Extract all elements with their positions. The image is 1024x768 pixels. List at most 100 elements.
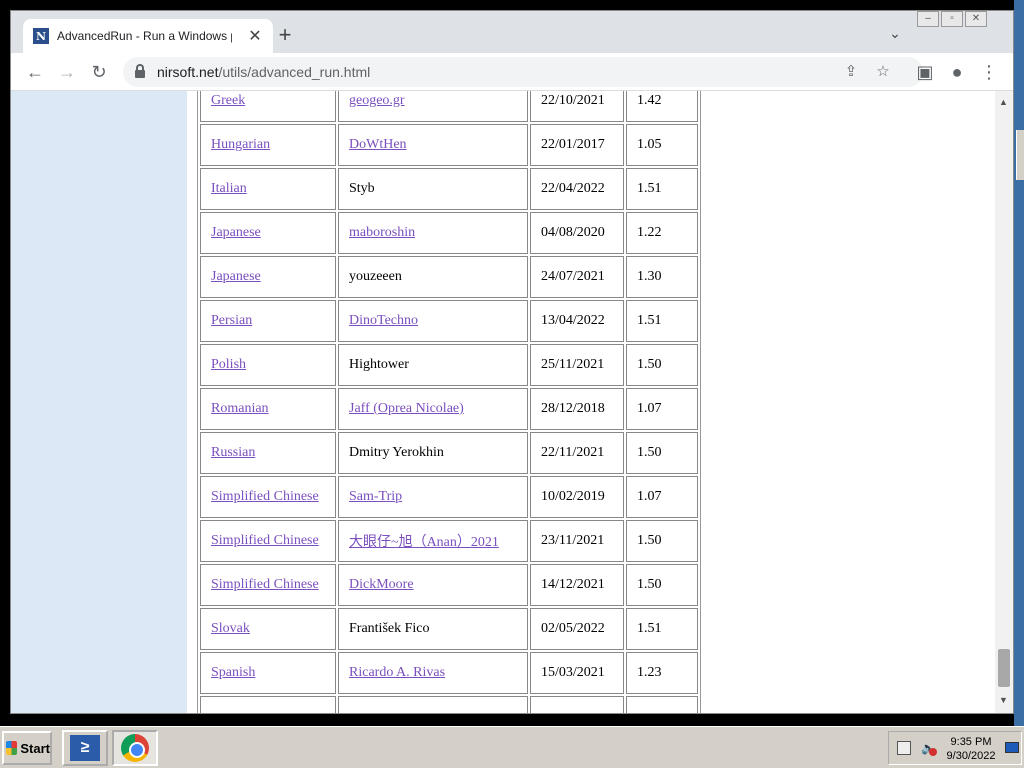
lock-icon[interactable] xyxy=(135,64,145,78)
date-text: 22/10/2021 xyxy=(541,93,605,108)
version-text: 1.51 xyxy=(637,621,662,636)
language-cell: Simplified Chinese xyxy=(200,520,336,562)
close-tab-icon[interactable]: ✕ xyxy=(247,26,263,46)
translator-link[interactable]: DoWtHen xyxy=(349,137,407,152)
minimize-button[interactable]: – xyxy=(917,11,939,27)
menu-kebab-icon[interactable]: ⋮ xyxy=(977,60,1001,84)
language-cell: Simplified Chinese xyxy=(200,564,336,606)
translator-link[interactable]: DickMoore xyxy=(349,577,414,592)
language-link[interactable]: Simplified Chinese xyxy=(211,489,319,504)
maximize-button[interactable]: ▫ xyxy=(941,11,963,27)
version-text: 1.50 xyxy=(637,445,662,460)
date-cell: 22/01/2017 xyxy=(530,124,624,166)
table-row: Simplified Chinese DickMoore 14/12/2021 1.5… xyxy=(200,564,698,606)
language-link[interactable]: Persian xyxy=(211,313,252,328)
side-panel-icon[interactable]: ▣ xyxy=(913,60,937,84)
language-cell: Russian xyxy=(200,432,336,474)
version-cell: 1.05 xyxy=(626,124,698,166)
translator-link[interactable]: Ricardo A. Rivas xyxy=(349,665,445,680)
new-tab-button[interactable]: + xyxy=(273,23,297,47)
table-row: Japanese youzeeen 24/07/2021 1.30 xyxy=(200,256,698,298)
date-text: 13/04/2022 xyxy=(541,313,605,328)
translator-link[interactable]: 大眼仔~旭（Anan）2021 xyxy=(349,535,499,550)
date-cell: 23/11/2021 xyxy=(530,520,624,562)
table-row: Japanese maboroshin 04/08/2020 1.22 xyxy=(200,212,698,254)
translator-cell: DickMoore xyxy=(338,564,528,606)
language-link[interactable]: Spanish xyxy=(211,665,255,680)
taskbar-chrome[interactable] xyxy=(112,730,158,766)
translator-link[interactable]: Sam-Trip xyxy=(349,489,402,504)
clock[interactable]: 9:35 PM 9/30/2022 xyxy=(941,735,1001,763)
clock-time: 9:35 PM xyxy=(950,736,992,748)
date-text: 23/11/2021 xyxy=(541,533,605,548)
bookmark-star-icon[interactable]: ☆ xyxy=(873,62,893,82)
version-text: 1.50 xyxy=(637,577,662,592)
table-row: Polish Hightower 25/11/2021 1.50 xyxy=(200,344,698,386)
close-window-button[interactable]: ✕ xyxy=(965,11,987,27)
language-link[interactable]: Russian xyxy=(211,445,255,460)
translator-text: Hightower xyxy=(349,357,409,372)
language-link[interactable]: Polish xyxy=(211,357,246,372)
language-link[interactable]: Hungarian xyxy=(211,137,270,152)
forward-arrow-icon[interactable]: → xyxy=(55,60,79,84)
language-link[interactable]: Simplified Chinese xyxy=(211,577,319,592)
language-link[interactable]: Greek xyxy=(211,93,245,108)
background-window-edge[interactable] xyxy=(1016,130,1024,180)
date-cell: 28/12/2018 xyxy=(530,388,624,430)
version-cell: 1.50 xyxy=(626,564,698,606)
date-text: 22/11/2021 xyxy=(541,445,605,460)
version-cell: 1.50 xyxy=(626,344,698,386)
translator-link[interactable]: DinoTechno xyxy=(349,313,418,328)
vertical-scrollbar[interactable]: ▲ ▼ xyxy=(995,91,1013,713)
language-link[interactable]: Slovak xyxy=(211,621,250,636)
tab-strip: N AdvancedRun - Run a Windows pro ✕ + ⌄ … xyxy=(11,11,1013,53)
version-cell: 1.50 xyxy=(626,432,698,474)
scroll-down-arrow-icon[interactable]: ▼ xyxy=(999,695,1008,705)
translator-link[interactable]: geogeo.gr xyxy=(349,93,405,108)
reload-icon[interactable]: ↻ xyxy=(87,60,111,84)
language-cell: Romanian xyxy=(200,388,336,430)
tab-search-chevron-icon[interactable]: ⌄ xyxy=(885,25,905,45)
translator-link[interactable]: maboroshin xyxy=(349,225,415,240)
language-link[interactable]: Romanian xyxy=(211,401,269,416)
date-cell: 15/03/2021 xyxy=(530,652,624,694)
page-viewport: Greek geogeo.gr 22/10/2021 1.42 Hungarian DoW… xyxy=(11,91,1013,713)
language-link[interactable]: Italian xyxy=(211,181,247,196)
translator-cell: Sam-Trip xyxy=(338,476,528,518)
language-link[interactable]: Simplified Chinese xyxy=(211,533,319,548)
language-link[interactable]: Japanese xyxy=(211,269,261,284)
taskbar: Start ≥ 🔈 9:35 PM 9/30/2022 xyxy=(0,726,1024,768)
translator-cell: maboroshin xyxy=(338,212,528,254)
start-label: Start xyxy=(20,740,50,756)
taskbar-powershell[interactable]: ≥ xyxy=(62,730,108,766)
language-cell: Spanish xyxy=(200,652,336,694)
date-text: 14/12/2021 xyxy=(541,577,605,592)
translator-text: František Fico xyxy=(349,621,430,636)
display-icon[interactable] xyxy=(1005,742,1019,753)
profile-avatar-icon[interactable]: ● xyxy=(945,60,969,84)
left-sidebar xyxy=(11,91,187,713)
back-arrow-icon[interactable]: ← xyxy=(23,60,47,84)
address-bar[interactable]: nirsoft.net/utils/advanced_run.html ⇪ ☆ xyxy=(123,57,923,87)
version-text: 1.22 xyxy=(637,225,662,240)
language-cell: Italian xyxy=(200,168,336,210)
date-cell: 24/07/2021 xyxy=(530,256,624,298)
start-button[interactable]: Start xyxy=(2,731,52,765)
network-icon[interactable] xyxy=(897,741,911,755)
language-cell: Greek xyxy=(200,91,336,122)
translator-cell: DoWtHen xyxy=(338,124,528,166)
date-text: 10/02/2019 xyxy=(541,489,605,504)
share-icon[interactable]: ⇪ xyxy=(841,62,861,82)
table-row: Simplified Chinese 大眼仔~旭（Anan）2021 23/11/2… xyxy=(200,520,698,562)
table-row: Hungarian DoWtHen 22/01/2017 1.05 xyxy=(200,124,698,166)
translator-cell: Styb xyxy=(338,168,528,210)
translator-cell: 大眼仔~旭（Anan）2021 xyxy=(338,520,528,562)
language-link[interactable]: Japanese xyxy=(211,225,261,240)
translator-link[interactable]: Jaff (Oprea Nicolae) xyxy=(349,401,464,416)
url-text[interactable]: nirsoft.net/utils/advanced_run.html xyxy=(157,64,370,80)
tab-advancedrun[interactable]: N AdvancedRun - Run a Windows pro ✕ xyxy=(23,19,273,53)
date-cell: 22/11/2021 xyxy=(530,432,624,474)
version-cell: 1.22 xyxy=(626,212,698,254)
scroll-up-arrow-icon[interactable]: ▲ xyxy=(999,97,1008,107)
version-text: 1.50 xyxy=(637,357,662,372)
